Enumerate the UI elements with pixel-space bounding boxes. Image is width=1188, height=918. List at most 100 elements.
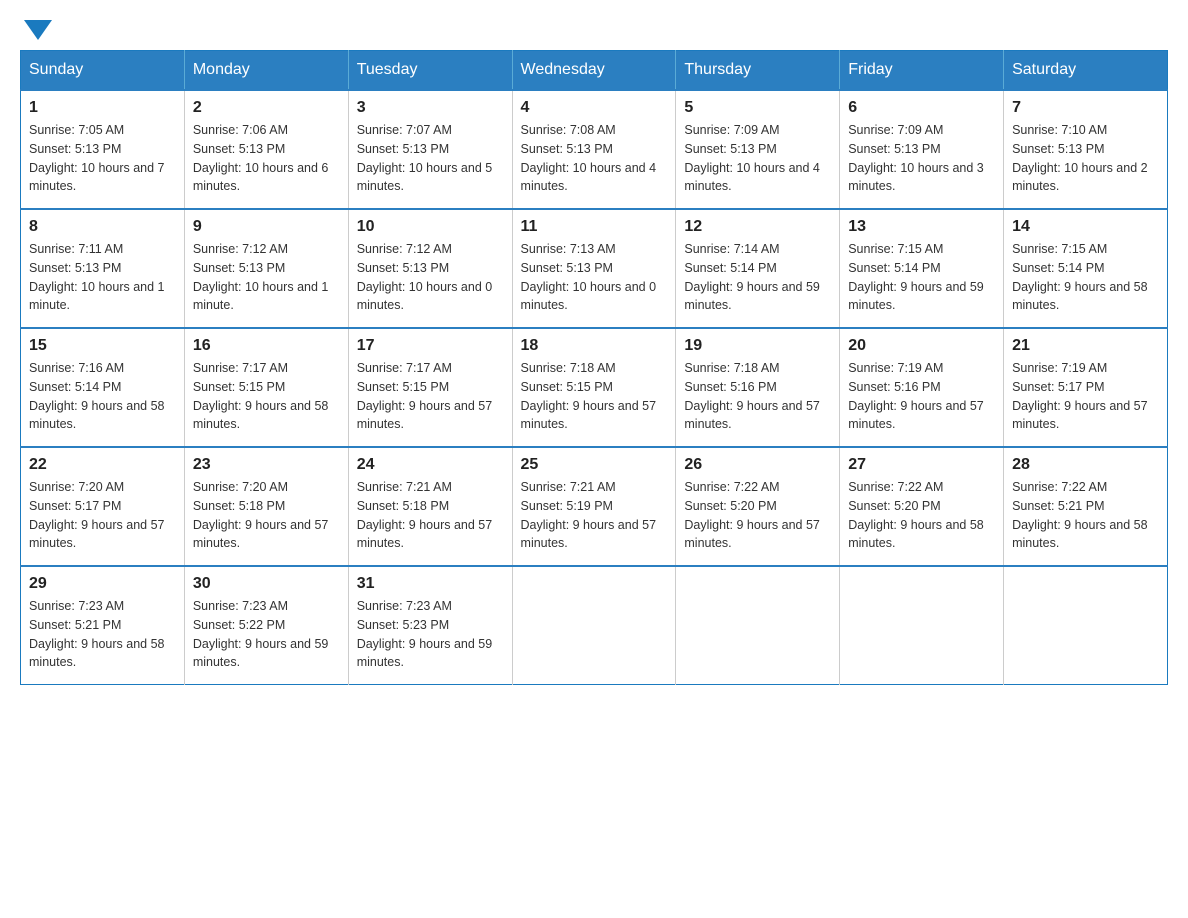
day-info: Sunrise: 7:11 AM Sunset: 5:13 PM Dayligh…	[29, 240, 176, 315]
day-number: 22	[29, 456, 176, 474]
calendar-week-row: 8 Sunrise: 7:11 AM Sunset: 5:13 PM Dayli…	[21, 209, 1168, 328]
calendar-day-cell: 9 Sunrise: 7:12 AM Sunset: 5:13 PM Dayli…	[184, 209, 348, 328]
day-info: Sunrise: 7:16 AM Sunset: 5:14 PM Dayligh…	[29, 359, 176, 434]
calendar-day-cell: 7 Sunrise: 7:10 AM Sunset: 5:13 PM Dayli…	[1004, 90, 1168, 209]
day-number: 29	[29, 575, 176, 593]
calendar-day-cell: 25 Sunrise: 7:21 AM Sunset: 5:19 PM Dayl…	[512, 447, 676, 566]
day-number: 21	[1012, 337, 1159, 355]
day-number: 11	[521, 218, 668, 236]
calendar-day-header: Wednesday	[512, 51, 676, 91]
day-number: 2	[193, 99, 340, 117]
day-info: Sunrise: 7:12 AM Sunset: 5:13 PM Dayligh…	[357, 240, 504, 315]
day-number: 16	[193, 337, 340, 355]
calendar-day-cell: 3 Sunrise: 7:07 AM Sunset: 5:13 PM Dayli…	[348, 90, 512, 209]
calendar-day-cell	[512, 566, 676, 685]
calendar-day-cell: 4 Sunrise: 7:08 AM Sunset: 5:13 PM Dayli…	[512, 90, 676, 209]
day-info: Sunrise: 7:09 AM Sunset: 5:13 PM Dayligh…	[848, 121, 995, 196]
day-info: Sunrise: 7:15 AM Sunset: 5:14 PM Dayligh…	[1012, 240, 1159, 315]
day-number: 4	[521, 99, 668, 117]
day-info: Sunrise: 7:18 AM Sunset: 5:15 PM Dayligh…	[521, 359, 668, 434]
day-info: Sunrise: 7:20 AM Sunset: 5:18 PM Dayligh…	[193, 478, 340, 553]
day-number: 5	[684, 99, 831, 117]
calendar-day-header: Monday	[184, 51, 348, 91]
calendar-day-cell: 26 Sunrise: 7:22 AM Sunset: 5:20 PM Dayl…	[676, 447, 840, 566]
day-number: 14	[1012, 218, 1159, 236]
calendar-week-row: 15 Sunrise: 7:16 AM Sunset: 5:14 PM Dayl…	[21, 328, 1168, 447]
calendar-day-cell: 2 Sunrise: 7:06 AM Sunset: 5:13 PM Dayli…	[184, 90, 348, 209]
calendar-day-cell: 6 Sunrise: 7:09 AM Sunset: 5:13 PM Dayli…	[840, 90, 1004, 209]
day-number: 9	[193, 218, 340, 236]
day-info: Sunrise: 7:13 AM Sunset: 5:13 PM Dayligh…	[521, 240, 668, 315]
day-info: Sunrise: 7:07 AM Sunset: 5:13 PM Dayligh…	[357, 121, 504, 196]
day-info: Sunrise: 7:08 AM Sunset: 5:13 PM Dayligh…	[521, 121, 668, 196]
logo-triangle-icon	[24, 20, 52, 40]
day-info: Sunrise: 7:22 AM Sunset: 5:20 PM Dayligh…	[848, 478, 995, 553]
calendar-header-row: SundayMondayTuesdayWednesdayThursdayFrid…	[21, 51, 1168, 91]
day-info: Sunrise: 7:19 AM Sunset: 5:17 PM Dayligh…	[1012, 359, 1159, 434]
calendar-week-row: 22 Sunrise: 7:20 AM Sunset: 5:17 PM Dayl…	[21, 447, 1168, 566]
page-header	[20, 20, 1168, 34]
day-number: 17	[357, 337, 504, 355]
day-info: Sunrise: 7:06 AM Sunset: 5:13 PM Dayligh…	[193, 121, 340, 196]
calendar-day-cell	[840, 566, 1004, 685]
day-number: 30	[193, 575, 340, 593]
day-number: 28	[1012, 456, 1159, 474]
calendar-day-cell: 22 Sunrise: 7:20 AM Sunset: 5:17 PM Dayl…	[21, 447, 185, 566]
calendar-day-cell: 20 Sunrise: 7:19 AM Sunset: 5:16 PM Dayl…	[840, 328, 1004, 447]
day-info: Sunrise: 7:21 AM Sunset: 5:19 PM Dayligh…	[521, 478, 668, 553]
calendar-day-header: Sunday	[21, 51, 185, 91]
calendar-day-cell: 10 Sunrise: 7:12 AM Sunset: 5:13 PM Dayl…	[348, 209, 512, 328]
day-info: Sunrise: 7:21 AM Sunset: 5:18 PM Dayligh…	[357, 478, 504, 553]
day-number: 27	[848, 456, 995, 474]
calendar-day-cell: 21 Sunrise: 7:19 AM Sunset: 5:17 PM Dayl…	[1004, 328, 1168, 447]
day-number: 3	[357, 99, 504, 117]
day-info: Sunrise: 7:17 AM Sunset: 5:15 PM Dayligh…	[193, 359, 340, 434]
calendar-header: SundayMondayTuesdayWednesdayThursdayFrid…	[21, 51, 1168, 91]
calendar-day-cell: 11 Sunrise: 7:13 AM Sunset: 5:13 PM Dayl…	[512, 209, 676, 328]
day-info: Sunrise: 7:19 AM Sunset: 5:16 PM Dayligh…	[848, 359, 995, 434]
calendar-day-cell	[676, 566, 840, 685]
calendar-day-cell: 23 Sunrise: 7:20 AM Sunset: 5:18 PM Dayl…	[184, 447, 348, 566]
calendar-week-row: 1 Sunrise: 7:05 AM Sunset: 5:13 PM Dayli…	[21, 90, 1168, 209]
calendar-day-cell: 27 Sunrise: 7:22 AM Sunset: 5:20 PM Dayl…	[840, 447, 1004, 566]
day-info: Sunrise: 7:14 AM Sunset: 5:14 PM Dayligh…	[684, 240, 831, 315]
day-number: 18	[521, 337, 668, 355]
calendar-day-cell: 24 Sunrise: 7:21 AM Sunset: 5:18 PM Dayl…	[348, 447, 512, 566]
calendar-day-cell: 16 Sunrise: 7:17 AM Sunset: 5:15 PM Dayl…	[184, 328, 348, 447]
calendar-day-header: Friday	[840, 51, 1004, 91]
day-number: 23	[193, 456, 340, 474]
calendar-day-cell: 28 Sunrise: 7:22 AM Sunset: 5:21 PM Dayl…	[1004, 447, 1168, 566]
calendar-day-cell: 18 Sunrise: 7:18 AM Sunset: 5:15 PM Dayl…	[512, 328, 676, 447]
day-info: Sunrise: 7:09 AM Sunset: 5:13 PM Dayligh…	[684, 121, 831, 196]
calendar-day-header: Saturday	[1004, 51, 1168, 91]
day-info: Sunrise: 7:10 AM Sunset: 5:13 PM Dayligh…	[1012, 121, 1159, 196]
day-number: 24	[357, 456, 504, 474]
calendar-day-cell: 17 Sunrise: 7:17 AM Sunset: 5:15 PM Dayl…	[348, 328, 512, 447]
day-number: 10	[357, 218, 504, 236]
day-info: Sunrise: 7:20 AM Sunset: 5:17 PM Dayligh…	[29, 478, 176, 553]
day-info: Sunrise: 7:05 AM Sunset: 5:13 PM Dayligh…	[29, 121, 176, 196]
day-info: Sunrise: 7:23 AM Sunset: 5:23 PM Dayligh…	[357, 597, 504, 672]
calendar-day-cell: 13 Sunrise: 7:15 AM Sunset: 5:14 PM Dayl…	[840, 209, 1004, 328]
calendar-week-row: 29 Sunrise: 7:23 AM Sunset: 5:21 PM Dayl…	[21, 566, 1168, 685]
day-number: 13	[848, 218, 995, 236]
day-info: Sunrise: 7:15 AM Sunset: 5:14 PM Dayligh…	[848, 240, 995, 315]
day-info: Sunrise: 7:23 AM Sunset: 5:21 PM Dayligh…	[29, 597, 176, 672]
calendar-table: SundayMondayTuesdayWednesdayThursdayFrid…	[20, 50, 1168, 685]
calendar-day-cell: 1 Sunrise: 7:05 AM Sunset: 5:13 PM Dayli…	[21, 90, 185, 209]
calendar-day-cell: 5 Sunrise: 7:09 AM Sunset: 5:13 PM Dayli…	[676, 90, 840, 209]
calendar-day-cell: 8 Sunrise: 7:11 AM Sunset: 5:13 PM Dayli…	[21, 209, 185, 328]
day-info: Sunrise: 7:23 AM Sunset: 5:22 PM Dayligh…	[193, 597, 340, 672]
day-number: 15	[29, 337, 176, 355]
calendar-day-cell	[1004, 566, 1168, 685]
day-number: 7	[1012, 99, 1159, 117]
day-number: 8	[29, 218, 176, 236]
calendar-day-cell: 31 Sunrise: 7:23 AM Sunset: 5:23 PM Dayl…	[348, 566, 512, 685]
day-info: Sunrise: 7:17 AM Sunset: 5:15 PM Dayligh…	[357, 359, 504, 434]
calendar-day-header: Thursday	[676, 51, 840, 91]
day-number: 26	[684, 456, 831, 474]
calendar-day-header: Tuesday	[348, 51, 512, 91]
day-number: 19	[684, 337, 831, 355]
day-info: Sunrise: 7:12 AM Sunset: 5:13 PM Dayligh…	[193, 240, 340, 315]
day-number: 1	[29, 99, 176, 117]
